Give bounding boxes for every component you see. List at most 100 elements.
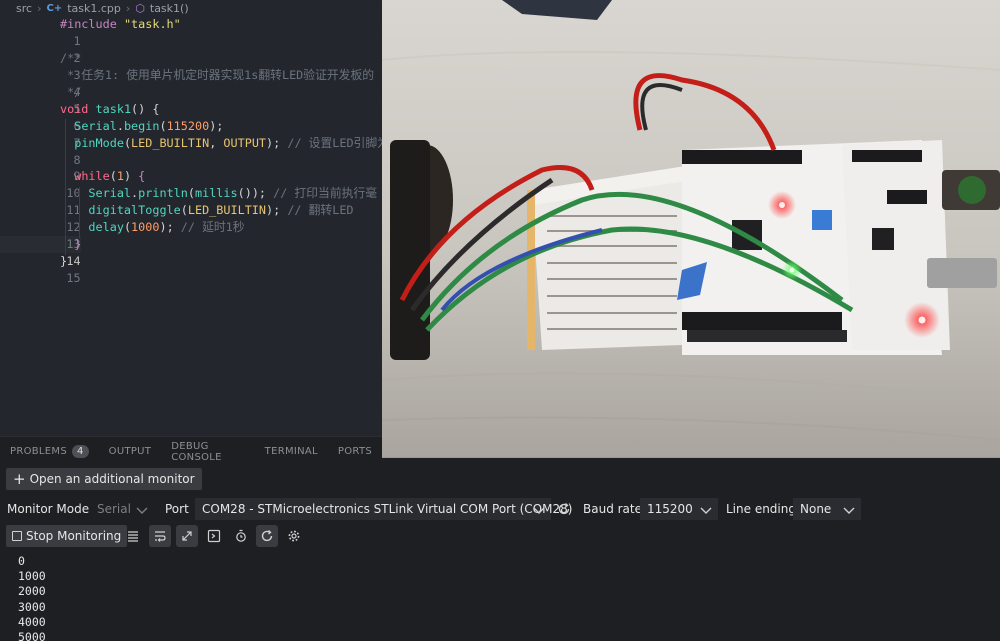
chevron-down-icon — [700, 507, 712, 514]
output-line: 4000 — [18, 614, 46, 629]
led-builtin-const: LED_BUILTIN — [187, 203, 267, 218]
port-label: Port — [165, 502, 189, 516]
terminal-icon — [207, 529, 221, 543]
code-line[interactable]: 11 Serial.println(millis()); // 打印当前执行毫 — [0, 185, 377, 217]
line-ending-label: Line ending — [726, 502, 796, 516]
tab-problems[interactable]: PROBLEMS 4 — [0, 437, 99, 466]
breadcrumb-folder[interactable]: src — [16, 2, 32, 15]
millis-call: millis — [194, 186, 238, 201]
plus-icon: + — [13, 469, 26, 488]
code-line[interactable]: 7 Serial.begin(115200); — [0, 118, 224, 150]
tab-output[interactable]: OUTPUT — [99, 437, 162, 466]
tab-ports[interactable]: PORTS — [328, 437, 382, 466]
output-line: 5000 — [18, 630, 46, 641]
cpp-file-icon: C+ — [46, 2, 63, 14]
while-keyword: while — [74, 169, 110, 184]
code-line[interactable]: 8 pinMode(LED_BUILTIN, OUTPUT); // 设置LED… — [0, 135, 389, 167]
toggle-monitor-button[interactable] — [256, 525, 278, 547]
print-comment: // 打印当前执行毫 — [273, 186, 378, 201]
output-line: 2000 — [18, 584, 46, 599]
monitor-config-row: Monitor Mode Serial Port COM28 - STMicro… — [0, 498, 1000, 520]
breadcrumb-file[interactable]: task1.cpp — [67, 2, 121, 15]
monitor-toolbar: Stop Monitoring — [0, 525, 1000, 547]
tab-terminal[interactable]: TERMINAL — [255, 437, 328, 466]
code-lines[interactable]: 1 #include "task.h" 2 3 /** 4 * 任务1: 使用单… — [0, 16, 389, 285]
tab-debug-console[interactable]: DEBUG CONSOLE — [161, 437, 254, 466]
void-keyword: void — [60, 101, 89, 116]
problems-count-badge: 4 — [71, 445, 89, 458]
serial-object: Serial — [88, 186, 132, 201]
pinmode-call: pinMode — [74, 135, 124, 150]
refresh-ports-button[interactable] — [553, 498, 575, 520]
code-line-current[interactable]: 14 } — [0, 236, 81, 268]
port-select[interactable]: COM28 - STMicroelectronics STLink Virtua… — [195, 498, 572, 520]
monitor-mode-value: Serial — [97, 502, 131, 516]
serial-output[interactable]: 0 1000 2000 3000 4000 5000 — [18, 554, 46, 641]
breadcrumb-separator: › — [125, 1, 131, 15]
chevron-down-icon — [843, 507, 855, 514]
println-call: println — [138, 186, 188, 201]
include-keyword: #include — [60, 17, 117, 31]
code-line[interactable]: 6 void task1() { — [0, 101, 159, 133]
word-wrap-button[interactable] — [149, 525, 171, 547]
output-line: 1000 — [18, 569, 46, 584]
output-const: OUTPUT — [223, 135, 267, 150]
code-line[interactable]: 15 } — [0, 253, 81, 285]
clear-output-icon — [128, 531, 138, 542]
tab-label: DEBUG CONSOLE — [171, 440, 222, 463]
auto-scroll-button[interactable] — [176, 525, 198, 547]
open-additional-monitor-button[interactable]: + Open an additional monitor — [6, 468, 202, 490]
monitor-mode-select[interactable]: Serial — [90, 498, 154, 520]
line-number: 15 — [66, 271, 81, 286]
baud-rate-select[interactable]: 115200 — [640, 498, 718, 520]
timestamp-button[interactable] — [230, 525, 252, 547]
tab-label: OUTPUT — [108, 446, 152, 457]
code-line[interactable]: 3 /** — [0, 50, 82, 82]
hardware-photo — [382, 0, 1000, 458]
word-wrap-icon — [155, 531, 166, 542]
indent-guide — [79, 187, 80, 238]
function-signature: () { — [131, 101, 160, 116]
timestamp-icon — [236, 529, 246, 542]
stop-monitoring-button[interactable]: Stop Monitoring — [6, 525, 128, 547]
code-line[interactable]: 5 */ — [0, 84, 82, 116]
toggle-call: digitalToggle — [88, 203, 181, 218]
delay-number: 1000 — [131, 220, 160, 235]
serial-monitor-panel: + Open an additional monitor Monitor Mod… — [0, 466, 1000, 641]
clear-output-button[interactable] — [122, 525, 144, 547]
baud-rate-value: 115200 — [647, 502, 693, 516]
code-line[interactable]: 13 delay(1000); // 延时1秒 — [0, 219, 244, 251]
doc-comment-open: /** — [60, 50, 82, 65]
line-ending-select[interactable]: None — [793, 498, 861, 520]
doc-comment-close: */ — [60, 84, 82, 99]
code-line[interactable]: 4 * 任务1: 使用单片机定时器实现1s翻转LED验证开发板的 — [0, 67, 374, 99]
led-builtin-const: LED_BUILTIN — [131, 135, 210, 150]
chevron-down-icon — [533, 507, 545, 514]
tab-label: TERMINAL — [264, 446, 318, 457]
port-value: COM28 - STMicroelectronics STLink Virtua… — [202, 502, 573, 516]
code-line[interactable]: 10 while(1) { — [0, 168, 145, 200]
chevron-down-icon — [136, 507, 148, 514]
breadcrumb-symbol[interactable]: task1() — [150, 2, 189, 15]
while-number: 1 — [116, 169, 124, 184]
indent-guide — [65, 119, 66, 255]
doc-comment-text: * 任务1: 使用单片机定时器实现1s翻转LED验证开发板的 — [60, 67, 375, 82]
toggle-comment: // 翻转LED — [287, 203, 354, 218]
pin-comment: // 设置LED引脚为 — [287, 135, 389, 150]
code-line[interactable]: 2 — [0, 33, 81, 65]
settings-button[interactable] — [283, 525, 305, 547]
function-symbol-icon: ⬡ — [135, 1, 145, 15]
sync-icon — [261, 529, 273, 542]
code-line[interactable]: 9 — [0, 152, 81, 183]
tab-label: PORTS — [337, 446, 372, 457]
baud-number: 115200 — [166, 118, 210, 133]
function-name: task1 — [95, 101, 132, 116]
delay-call: delay — [88, 220, 124, 235]
code-line[interactable]: 12 digitalToggle(LED_BUILTIN); // 翻转LED — [0, 202, 353, 234]
terminal-button[interactable] — [203, 525, 225, 547]
code-line[interactable]: 1 #include "task.h" — [0, 16, 181, 48]
begin-call: begin — [123, 118, 160, 133]
refresh-icon — [558, 502, 570, 515]
stop-icon — [12, 531, 22, 541]
dev-board-photo — [382, 0, 1000, 457]
